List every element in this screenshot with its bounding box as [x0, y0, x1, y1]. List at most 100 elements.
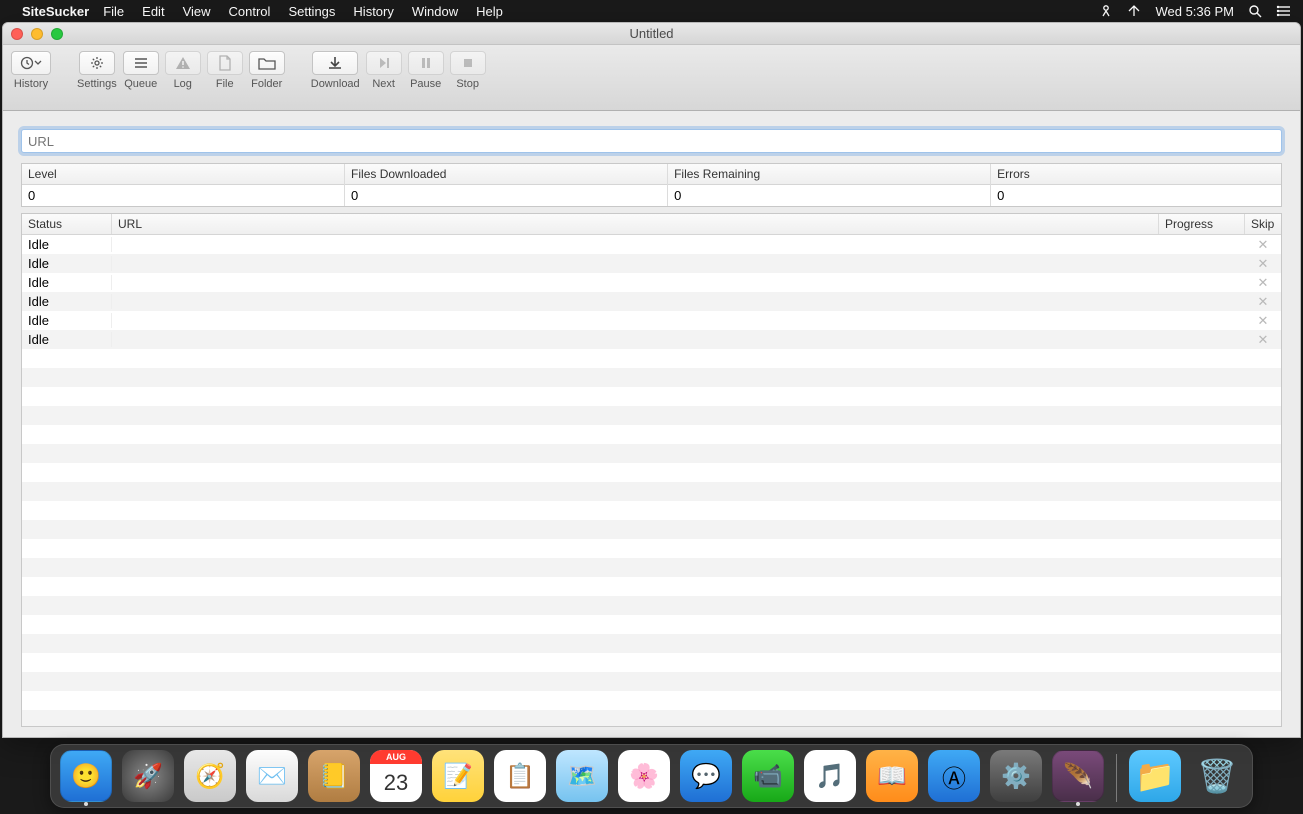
dock-photos[interactable]: 🌸	[618, 750, 670, 802]
dock-sitesucker[interactable]: 🪶	[1052, 750, 1104, 802]
table-row[interactable]: Idle✕	[22, 330, 1281, 349]
dock-launchpad[interactable]: 🚀	[122, 750, 174, 802]
dock-maps[interactable]: 🗺️	[556, 750, 608, 802]
table-row[interactable]: Idle✕	[22, 311, 1281, 330]
cell-skip[interactable]: ✕	[1245, 314, 1281, 327]
table-row-empty	[22, 691, 1281, 710]
folder-button[interactable]	[249, 51, 285, 75]
toolbar: History Settings Queue Log File Folder D…	[3, 45, 1300, 111]
dock-contacts[interactable]: 📒	[308, 750, 360, 802]
log-button[interactable]	[165, 51, 201, 75]
skip-icon[interactable]: ✕	[1258, 295, 1269, 308]
notification-center-icon[interactable]	[1276, 5, 1291, 17]
next-icon	[377, 56, 391, 70]
stat-errors-label: Errors	[991, 164, 1281, 185]
dock-trash[interactable]: 🗑️	[1191, 750, 1243, 802]
table-row-empty	[22, 463, 1281, 482]
table-row-empty	[22, 558, 1281, 577]
window-title: Untitled	[3, 26, 1300, 41]
menu-view[interactable]: View	[183, 4, 211, 19]
dock-mail[interactable]: ✉️	[246, 750, 298, 802]
cell-skip[interactable]: ✕	[1245, 333, 1281, 346]
cell-skip[interactable]: ✕	[1245, 276, 1281, 289]
cell-status: Idle	[22, 256, 112, 271]
table-row-empty	[22, 501, 1281, 520]
skip-icon[interactable]: ✕	[1258, 333, 1269, 346]
status-icon-2[interactable]	[1127, 4, 1141, 18]
queue-icon	[133, 56, 149, 70]
table-row[interactable]: Idle✕	[22, 273, 1281, 292]
content: Level0 Files Downloaded0 Files Remaining…	[3, 111, 1300, 737]
stop-button[interactable]	[450, 51, 486, 75]
col-skip[interactable]: Skip	[1245, 214, 1281, 234]
app-name[interactable]: SiteSucker	[22, 4, 89, 19]
history-button[interactable]	[11, 51, 51, 75]
table-row-empty	[22, 653, 1281, 672]
dock-itunes[interactable]: 🎵	[804, 750, 856, 802]
dock-appstore[interactable]: Ⓐ	[928, 750, 980, 802]
menu-window[interactable]: Window	[412, 4, 458, 19]
dock-ibooks[interactable]: 📖	[866, 750, 918, 802]
table-row-empty	[22, 482, 1281, 501]
menu-edit[interactable]: Edit	[142, 4, 164, 19]
dock-preferences[interactable]: ⚙️	[990, 750, 1042, 802]
dock-calendar[interactable]: AUG23	[370, 750, 422, 802]
menu-help[interactable]: Help	[476, 4, 503, 19]
skip-icon[interactable]: ✕	[1258, 276, 1269, 289]
gear-icon	[89, 55, 105, 71]
table-row-empty	[22, 615, 1281, 634]
next-label: Next	[372, 78, 395, 90]
download-icon	[327, 55, 343, 71]
dock-downloads[interactable]: 📁	[1129, 750, 1181, 802]
menu-control[interactable]: Control	[229, 4, 271, 19]
app-window: Untitled History Settings Queue Log File	[2, 22, 1301, 738]
stat-downloaded-value: 0	[345, 185, 667, 206]
col-progress[interactable]: Progress	[1159, 214, 1245, 234]
stop-icon	[462, 57, 474, 69]
table-row[interactable]: Idle ✕	[22, 235, 1281, 254]
spotlight-icon[interactable]	[1248, 4, 1262, 18]
cell-status: Idle	[22, 237, 112, 252]
stats-row: Level0 Files Downloaded0 Files Remaining…	[21, 163, 1282, 207]
table-row-empty	[22, 672, 1281, 691]
settings-button[interactable]	[79, 51, 115, 75]
cell-skip[interactable]: ✕	[1245, 295, 1281, 308]
skip-icon[interactable]: ✕	[1258, 257, 1269, 270]
cell-skip[interactable]: ✕	[1245, 257, 1281, 270]
skip-icon[interactable]: ✕	[1258, 314, 1269, 327]
dock-notes[interactable]: 📝	[432, 750, 484, 802]
dock-safari[interactable]: 🧭	[184, 750, 236, 802]
clock-icon	[20, 56, 34, 70]
file-button[interactable]	[207, 51, 243, 75]
table-row[interactable]: Idle✕	[22, 292, 1281, 311]
table-row[interactable]: Idle ✕	[22, 254, 1281, 273]
status-icon-1[interactable]	[1099, 4, 1113, 18]
col-status[interactable]: Status	[22, 214, 112, 234]
stat-downloaded-label: Files Downloaded	[345, 164, 667, 185]
menu-history[interactable]: History	[353, 4, 393, 19]
dock-facetime[interactable]: 📹	[742, 750, 794, 802]
download-button[interactable]	[312, 51, 358, 75]
folder-label: Folder	[251, 78, 282, 90]
url-input[interactable]	[21, 129, 1282, 153]
table-row-empty	[22, 349, 1281, 368]
pause-icon	[420, 56, 432, 70]
menu-settings[interactable]: Settings	[288, 4, 335, 19]
skip-icon[interactable]: ✕	[1258, 238, 1269, 251]
dock-messages[interactable]: 💬	[680, 750, 732, 802]
titlebar[interactable]: Untitled	[3, 23, 1300, 45]
table-row-empty	[22, 368, 1281, 387]
table-row-empty	[22, 406, 1281, 425]
dock-separator	[1116, 754, 1117, 802]
dock-reminders[interactable]: 📋	[494, 750, 546, 802]
menubar-clock[interactable]: Wed 5:36 PM	[1155, 4, 1234, 19]
next-button[interactable]	[366, 51, 402, 75]
pause-label: Pause	[410, 78, 441, 90]
col-url[interactable]: URL	[112, 214, 1159, 234]
table-row-empty	[22, 539, 1281, 558]
pause-button[interactable]	[408, 51, 444, 75]
menu-file[interactable]: File	[103, 4, 124, 19]
queue-button[interactable]	[123, 51, 159, 75]
cell-skip[interactable]: ✕	[1245, 238, 1281, 251]
dock-finder[interactable]: 🙂	[60, 750, 112, 802]
